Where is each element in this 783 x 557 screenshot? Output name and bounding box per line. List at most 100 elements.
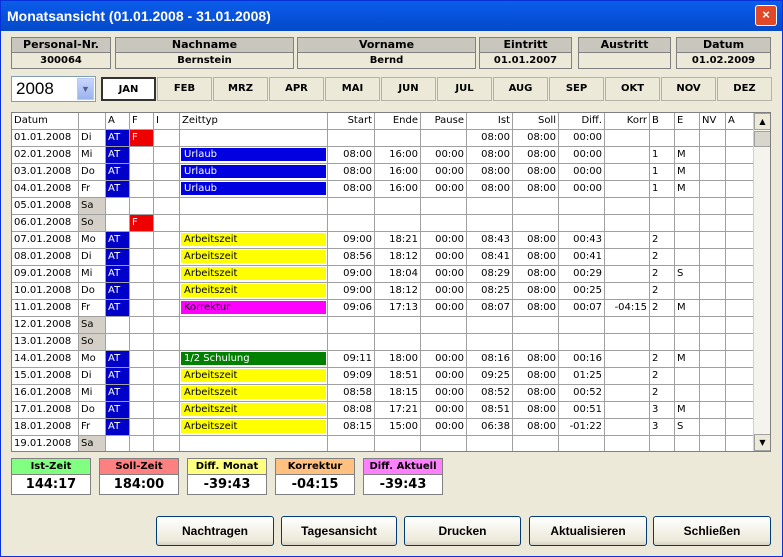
header-label: Datum — [677, 38, 770, 53]
cell-ist: 08:00 — [467, 147, 513, 164]
summary-value: 144:17 — [12, 475, 90, 494]
month-tab-feb[interactable]: FEB — [157, 77, 212, 101]
cell-ende: 17:21 — [375, 402, 421, 419]
aktualisieren-button[interactable]: Aktualisieren — [529, 516, 647, 546]
cell-tag: Do — [79, 402, 106, 419]
table-row[interactable]: 04.01.2008 Fr AT Urlaub 08:00 16:00 00:00 08:00… — [12, 181, 754, 198]
cell-b: 2 — [650, 232, 675, 249]
column-header-datum[interactable]: Datum — [12, 113, 79, 130]
column-header-a[interactable]: A — [106, 113, 130, 130]
table-row[interactable]: 12.01.2008 Sa — [12, 317, 754, 334]
column-header-soll[interactable]: Soll — [513, 113, 559, 130]
month-tab-apr[interactable]: APR — [269, 77, 324, 101]
zeittyp-badge: Arbeitszeit — [181, 369, 326, 382]
scroll-down-icon[interactable]: ▼ — [754, 434, 770, 451]
zeittyp-badge: Arbeitszeit — [181, 420, 326, 433]
month-tab-nov[interactable]: NOV — [661, 77, 716, 101]
table-row[interactable]: 17.01.2008 Do AT Arbeitszeit 08:08 17:21 00:00… — [12, 402, 754, 419]
cell-e — [675, 249, 700, 266]
cell-nv — [700, 419, 726, 436]
table-row[interactable]: 10.01.2008 Do AT Arbeitszeit 09:00 18:12 00:00… — [12, 283, 754, 300]
cell-a: AT — [106, 130, 130, 147]
zeittyp-badge: Korrektur — [181, 301, 326, 314]
scroll-up-icon[interactable]: ▲ — [754, 113, 770, 130]
cell-f — [130, 402, 154, 419]
month-tab-jul[interactable]: JUL — [437, 77, 492, 101]
column-header-ist[interactable]: Ist — [467, 113, 513, 130]
column-header-a2[interactable]: A — [726, 113, 754, 130]
cell-tag: Sa — [79, 198, 106, 215]
table-row[interactable]: 19.01.2008 Sa — [12, 436, 754, 451]
month-tab-okt[interactable]: OKT — [605, 77, 660, 101]
table-row[interactable]: 02.01.2008 Mi AT Urlaub 08:00 16:00 00:00 08:00… — [12, 147, 754, 164]
month-tab-sep[interactable]: SEP — [549, 77, 604, 101]
column-header-tag[interactable] — [79, 113, 106, 130]
cell-diff: 00:00 — [559, 164, 605, 181]
table-row[interactable]: 01.01.2008 Di AT F 08:00 08:00 00:00 — [12, 130, 754, 147]
table-row[interactable]: 15.01.2008 Di AT Arbeitszeit 09:09 18:51 00:00… — [12, 368, 754, 385]
table-row[interactable]: 05.01.2008 Sa — [12, 198, 754, 215]
month-tab-jan[interactable]: JAN — [101, 77, 156, 101]
table-row[interactable]: 16.01.2008 Mi AT Arbeitszeit 08:58 18:15 00:00… — [12, 385, 754, 402]
month-tab-aug[interactable]: AUG — [493, 77, 548, 101]
cell-i — [154, 147, 180, 164]
table-row[interactable]: 06.01.2008 So F — [12, 215, 754, 232]
month-tab-mrz[interactable]: MRZ — [213, 77, 268, 101]
cell-nv — [700, 147, 726, 164]
cell-ist: 08:43 — [467, 232, 513, 249]
drucken-button[interactable]: Drucken — [404, 516, 521, 546]
cell-korr — [605, 232, 650, 249]
cell-f — [130, 385, 154, 402]
nachtragen-button[interactable]: Nachtragen — [156, 516, 274, 546]
table-row[interactable]: 14.01.2008 Mo AT 1/2 Schulung 09:11 18:00 00:0… — [12, 351, 754, 368]
vertical-scrollbar[interactable]: ▲ ▼ — [753, 113, 770, 451]
cell-korr — [605, 283, 650, 300]
cell-datum: 19.01.2008 — [12, 436, 79, 451]
column-header-pause[interactable]: Pause — [421, 113, 467, 130]
column-header-nv[interactable]: NV — [700, 113, 726, 130]
column-header-zeittyp[interactable]: Zeittyp — [180, 113, 328, 130]
cell-pause: 00:00 — [421, 181, 467, 198]
month-tab-dez[interactable]: DEZ — [717, 77, 772, 101]
column-header-ende[interactable]: Ende — [375, 113, 421, 130]
table-row[interactable]: 13.01.2008 So — [12, 334, 754, 351]
chevron-down-icon[interactable]: ▼ — [77, 78, 94, 100]
schliessen-button[interactable]: Schließen — [653, 516, 771, 546]
table-row[interactable]: 03.01.2008 Do AT Urlaub 08:00 16:00 00:00 08:00… — [12, 164, 754, 181]
title-bar: Monatsansicht (01.01.2008 - 31.01.2008) … — [1, 1, 782, 31]
cell-zeittyp: Urlaub — [180, 164, 328, 181]
tagesansicht-button[interactable]: Tagesansicht — [281, 516, 397, 546]
close-button[interactable]: × — [755, 5, 777, 26]
table-row[interactable]: 18.01.2008 Fr AT Arbeitszeit 08:15 15:00 00:00… — [12, 419, 754, 436]
cell-zeittyp: Urlaub — [180, 181, 328, 198]
year-select[interactable]: 2008 ▼ — [11, 76, 96, 102]
cell-ende — [375, 317, 421, 334]
cell-nv — [700, 283, 726, 300]
cell-i — [154, 215, 180, 232]
cell-zeittyp — [180, 198, 328, 215]
cell-start: 08:15 — [328, 419, 375, 436]
cell-nv — [700, 249, 726, 266]
column-header-e[interactable]: E — [675, 113, 700, 130]
cell-e — [675, 130, 700, 147]
cell-datum: 01.01.2008 — [12, 130, 79, 147]
month-tab-jun[interactable]: JUN — [381, 77, 436, 101]
column-header-start[interactable]: Start — [328, 113, 375, 130]
column-header-diff[interactable]: Diff. — [559, 113, 605, 130]
cell-f — [130, 317, 154, 334]
table-row[interactable]: 11.01.2008 Fr AT Korrektur 09:06 17:13 00:00 08… — [12, 300, 754, 317]
scroll-thumb[interactable] — [754, 131, 770, 147]
header-label: Austritt — [579, 38, 670, 53]
month-tab-mai[interactable]: MAI — [325, 77, 380, 101]
cell-a2 — [726, 181, 754, 198]
column-header-b[interactable]: B — [650, 113, 675, 130]
column-header-f[interactable]: F — [130, 113, 154, 130]
table-row[interactable]: 07.01.2008 Mo AT Arbeitszeit 09:00 18:21 00:00… — [12, 232, 754, 249]
cell-zeittyp: 1/2 Schulung — [180, 351, 328, 368]
table-row[interactable]: 09.01.2008 Mi AT Arbeitszeit 09:00 18:04 00:00… — [12, 266, 754, 283]
cell-zeittyp — [180, 317, 328, 334]
column-header-i[interactable]: I — [154, 113, 180, 130]
column-header-korr[interactable]: Korr — [605, 113, 650, 130]
table-row[interactable]: 08.01.2008 Di AT Arbeitszeit 08:56 18:12 00:00… — [12, 249, 754, 266]
cell-ende — [375, 334, 421, 351]
